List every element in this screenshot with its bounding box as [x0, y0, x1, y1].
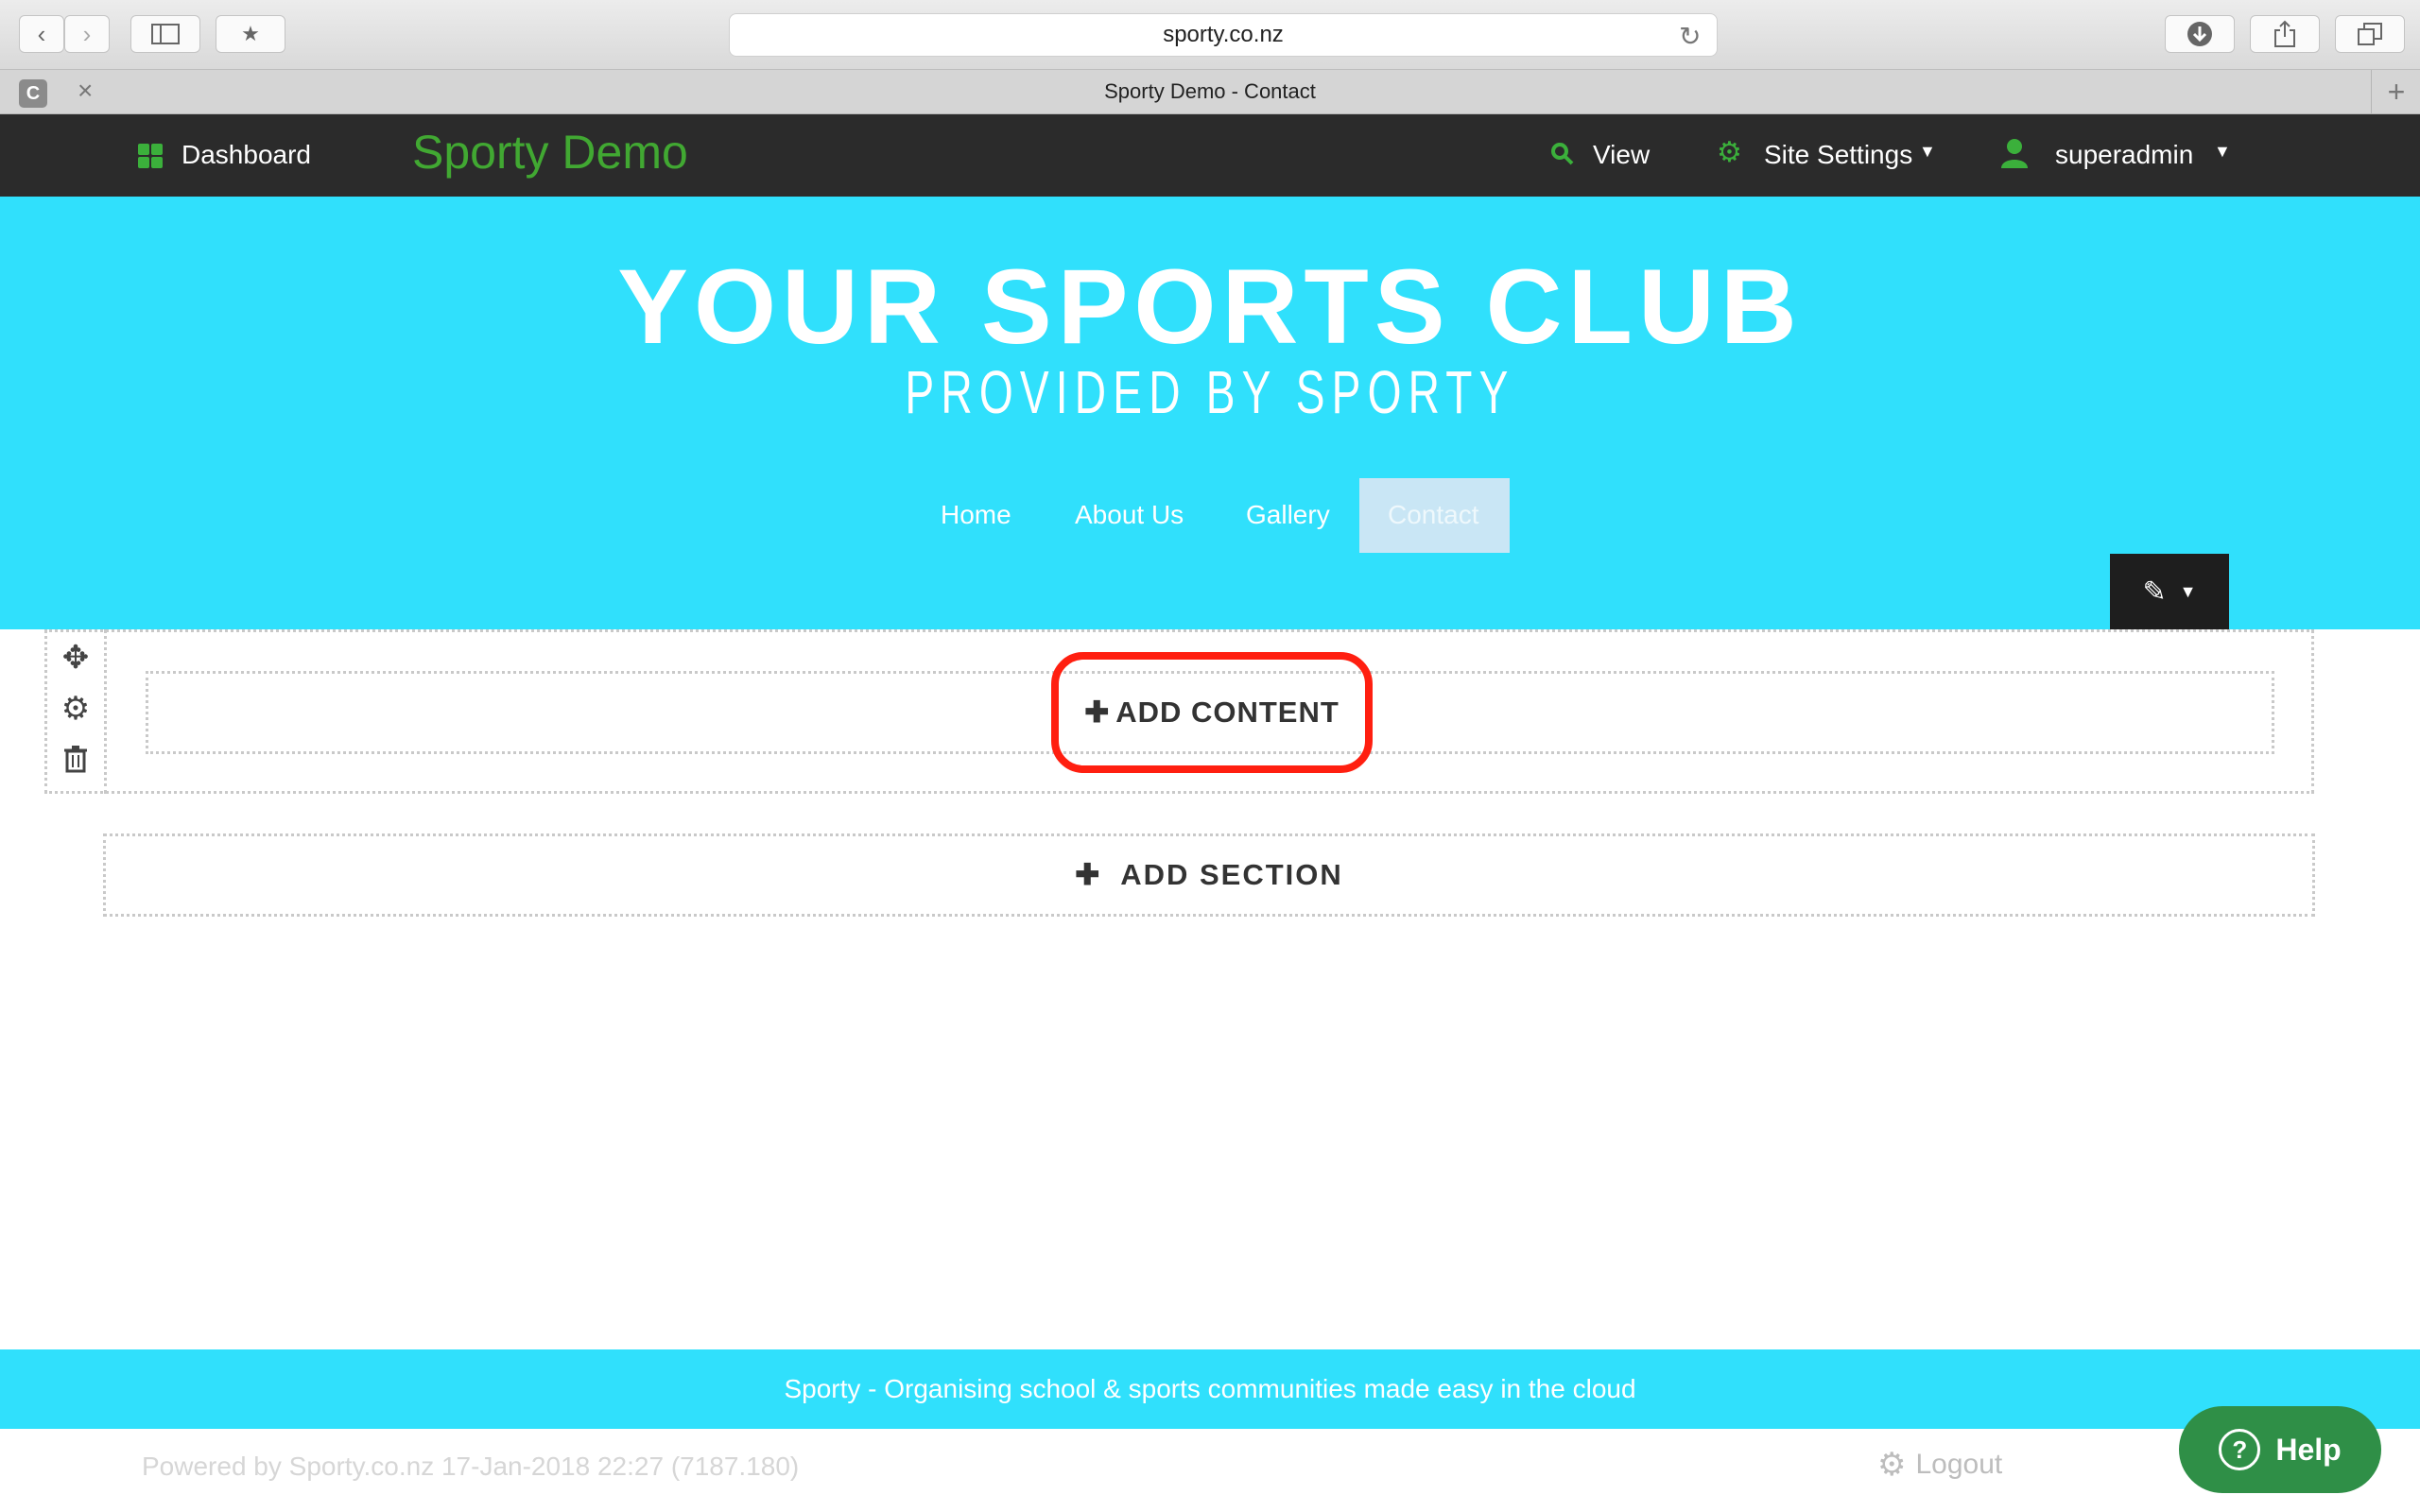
nav-gallery[interactable]: Gallery	[1246, 491, 1330, 539]
site-subtitle: PROVIDED BY SPORTY	[905, 358, 1515, 426]
forward-button[interactable]: ›	[64, 15, 110, 53]
nav-about-us[interactable]: About Us	[1075, 491, 1184, 539]
add-section-button[interactable]: ✚ ADD SECTION	[103, 833, 2315, 917]
user-menu[interactable]: superadmin	[2055, 140, 2193, 170]
plus-icon: +	[2387, 74, 2406, 109]
chevron-left-icon: ‹	[37, 19, 46, 48]
gears-icon: ⚙	[1877, 1447, 1907, 1483]
new-tab-button[interactable]: +	[2371, 70, 2420, 113]
gear-icon[interactable]: ⚙	[57, 690, 95, 728]
plus-icon: ✚	[1075, 858, 1102, 891]
sidebar-toggle-button[interactable]	[130, 15, 200, 53]
help-button[interactable]: ? Help	[2179, 1406, 2381, 1493]
site-footer: Sporty - Organising school & sports comm…	[0, 1349, 2420, 1429]
url-text: sporty.co.nz	[1163, 22, 1284, 47]
nav-home[interactable]: Home	[941, 491, 1011, 539]
caret-down-icon: ▼	[1919, 142, 1936, 161]
tab-title: Sporty Demo - Contact	[1104, 79, 1316, 103]
tabs-icon	[2358, 23, 2382, 45]
site-brand[interactable]: Sporty Demo	[412, 125, 688, 180]
bookmarks-button[interactable]: ★	[216, 15, 285, 53]
plus-icon: ✚	[1084, 696, 1111, 729]
logout-link[interactable]: ⚙ Logout	[1877, 1446, 2002, 1484]
site-title: YOUR SPORTS CLUB	[617, 248, 1803, 366]
add-section-label: ADD SECTION	[1120, 858, 1343, 891]
share-icon	[2274, 20, 2295, 47]
reload-icon[interactable]: ↻	[1679, 21, 1701, 52]
back-button[interactable]: ‹	[19, 15, 64, 53]
share-button[interactable]	[2250, 15, 2320, 53]
footer-tagline: Sporty - Organising school & sports comm…	[784, 1374, 1636, 1403]
search-icon	[1550, 142, 1575, 171]
add-content-button[interactable]: ✚ ADD CONTENT	[1051, 652, 1373, 773]
caret-down-icon: ▼	[2214, 142, 2231, 161]
question-circle-icon: ?	[2219, 1429, 2261, 1470]
move-icon[interactable]: ✥	[57, 639, 95, 677]
edit-page-button[interactable]: ✎ ▼	[2110, 554, 2229, 629]
address-bar[interactable]: sporty.co.nz	[729, 13, 1718, 57]
star-icon: ★	[241, 22, 260, 45]
dashboard-link[interactable]: Dashboard	[182, 140, 311, 170]
caret-down-icon: ▼	[2179, 581, 2197, 601]
pencil-icon: ✎	[2142, 576, 2167, 608]
view-link[interactable]: View	[1593, 140, 1650, 170]
gear-icon: ⚙	[1717, 137, 1742, 168]
download-icon	[2187, 22, 2212, 46]
sidebar-icon	[151, 24, 180, 44]
trash-icon[interactable]	[57, 745, 95, 782]
chevron-right-icon: ›	[82, 19, 92, 48]
logout-label: Logout	[1915, 1449, 2003, 1480]
nav-contact[interactable]: Contact	[1388, 491, 1479, 539]
tabs-overview-button[interactable]	[2335, 15, 2405, 53]
add-content-label: ADD CONTENT	[1115, 696, 1340, 729]
site-settings-link[interactable]: Site Settings	[1764, 140, 1912, 170]
help-label: Help	[2275, 1432, 2342, 1467]
dashboard-icon	[138, 144, 163, 168]
powered-by-text: Powered by Sporty.co.nz 17-Jan-2018 22:2…	[142, 1452, 800, 1481]
downloads-button[interactable]	[2165, 15, 2235, 53]
user-icon	[2000, 138, 2029, 173]
